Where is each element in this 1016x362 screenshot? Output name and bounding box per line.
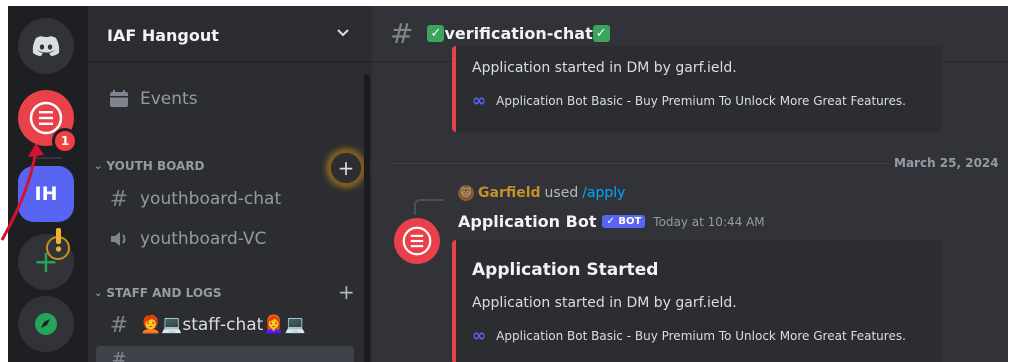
add-server-button[interactable]: + — [18, 228, 74, 290]
embed-footer: ∞ Application Bot Basic - Buy Premium To… — [472, 326, 906, 346]
embed-description: Application started in DM by garf.ield. — [472, 295, 737, 311]
channel-label: youthboard-VC — [140, 229, 267, 249]
reply-reference[interactable]: 🐱 Garfield used /apply — [458, 185, 625, 201]
server-header[interactable]: IAF Hangout — [88, 6, 372, 62]
checkmark-icon: ✓ — [427, 25, 445, 42]
sidebar-scrollbar[interactable] — [364, 74, 370, 362]
app-list-icon — [402, 226, 432, 256]
events-item[interactable]: Events — [106, 84, 198, 114]
reply-username[interactable]: Garfield — [478, 185, 541, 201]
category-label: YOUTH BOARD — [106, 159, 205, 173]
embed-footer: ∞ Application Bot Basic - Buy Premium To… — [472, 91, 906, 111]
bot-tag: ✓ BOT — [602, 215, 646, 228]
message-header: Application Bot ✓ BOT Today at 10:44 AM — [458, 212, 765, 231]
application-embed: Application Started Application started … — [452, 240, 942, 362]
embed-footer-text: Application Bot Basic - Buy Premium To U… — [496, 329, 906, 343]
application-bot-avatar[interactable] — [394, 218, 440, 264]
calendar-icon — [106, 90, 132, 108]
notification-badge: 1 — [52, 128, 78, 154]
text-channel-icon: # — [390, 17, 414, 50]
create-channel-button[interactable]: + — [328, 150, 364, 186]
channel-youthboard-vc[interactable]: youthboard-VC — [106, 224, 266, 254]
chat-area: # ✓ verification-chat ✓ Application star… — [372, 6, 1008, 362]
category-label: STAFF AND LOGS — [106, 286, 222, 300]
server-name: IAF Hangout — [107, 26, 219, 45]
caret-down-icon: ⌄ — [94, 287, 103, 299]
message-author[interactable]: Application Bot — [458, 212, 596, 231]
discord-home-button[interactable] — [18, 18, 74, 74]
category-youth-board[interactable]: ⌄ YOUTH BOARD — [94, 159, 205, 173]
channel-label: youthboard-chat — [140, 189, 282, 209]
explore-servers-button[interactable] — [18, 296, 74, 352]
channel-sidebar: IAF Hangout Events ⌄ YOUTH BOARD + # you… — [88, 6, 372, 362]
category-staff-and-logs[interactable]: ⌄ STAFF AND LOGS — [94, 286, 222, 300]
slash-command[interactable]: /apply — [582, 185, 625, 201]
compass-icon — [35, 313, 57, 335]
caret-down-icon: ⌄ — [94, 160, 103, 172]
embed-footer-text: Application Bot Basic - Buy Premium To U… — [496, 94, 906, 108]
channel-title: ✓ verification-chat ✓ — [427, 24, 610, 43]
checkmark-icon: ✓ — [592, 25, 610, 42]
message-timestamp[interactable]: Today at 10:44 AM — [653, 215, 764, 229]
channel-youthboard-chat[interactable]: # youthboard-chat — [106, 184, 281, 214]
plus-icon: + — [337, 156, 355, 180]
text-channel-icon: # — [109, 186, 129, 212]
channel-label: 🧑‍🦰💻staff-chat👩‍🦰💻 — [140, 315, 306, 335]
reply-connector — [414, 199, 444, 215]
server-iaf-hangout[interactable]: IH — [18, 166, 74, 222]
rail-separator — [34, 157, 62, 159]
server-rail: 1 IH + — [8, 6, 88, 362]
reply-used-text: used — [544, 185, 579, 201]
create-channel-button[interactable]: + — [338, 280, 355, 304]
previous-embed: Application started in DM by garf.ield. … — [452, 46, 942, 132]
infinity-icon: ∞ — [472, 91, 487, 111]
discord-window: 1 IH + IAF Hangout Events ⌄ YOUTH BOARD … — [8, 6, 1008, 362]
events-label: Events — [140, 89, 198, 109]
text-channel-icon: # — [109, 312, 129, 338]
exclamation-ring-icon — [46, 228, 70, 260]
channel-selected-partial[interactable]: # — [96, 346, 354, 362]
embed-title: Application Started — [472, 260, 659, 280]
embed-description: Application started in DM by garf.ield. — [472, 60, 737, 76]
speaker-icon — [106, 230, 132, 248]
date-divider-label: March 25, 2024 — [890, 156, 1003, 170]
garfield-avatar: 🐱 — [458, 185, 474, 201]
chevron-down-icon — [337, 29, 349, 37]
infinity-icon: ∞ — [472, 326, 487, 346]
text-channel-icon: # — [111, 348, 127, 362]
channel-title-text: verification-chat — [444, 24, 593, 43]
discord-logo-icon — [32, 36, 60, 56]
channel-staff-chat[interactable]: # 🧑‍🦰💻staff-chat👩‍🦰💻 — [106, 310, 306, 340]
